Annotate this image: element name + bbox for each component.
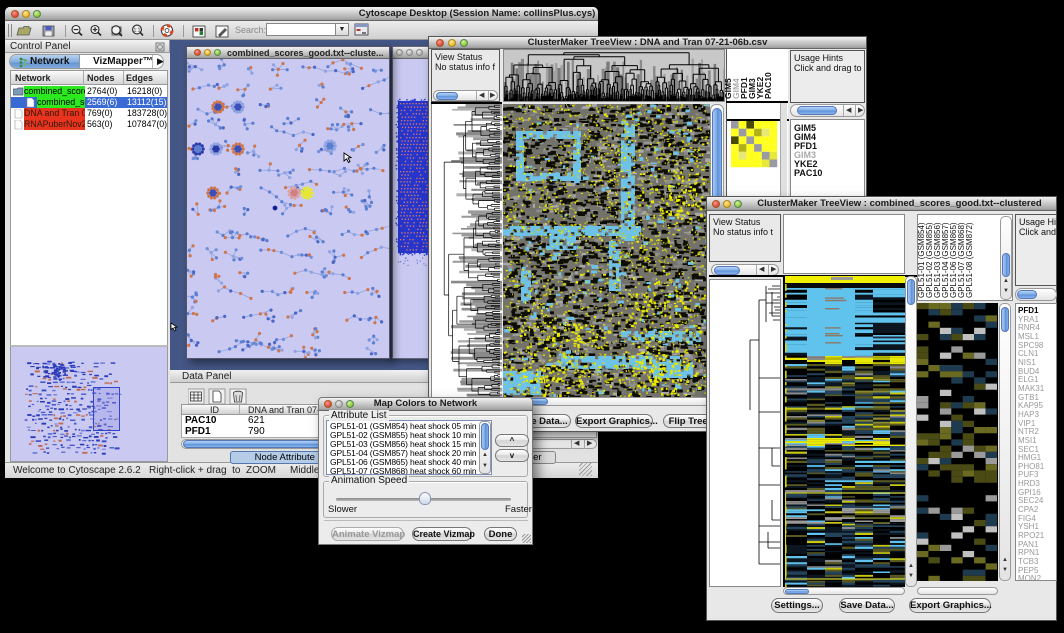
svg-text:1:1: 1:1 xyxy=(134,28,141,34)
